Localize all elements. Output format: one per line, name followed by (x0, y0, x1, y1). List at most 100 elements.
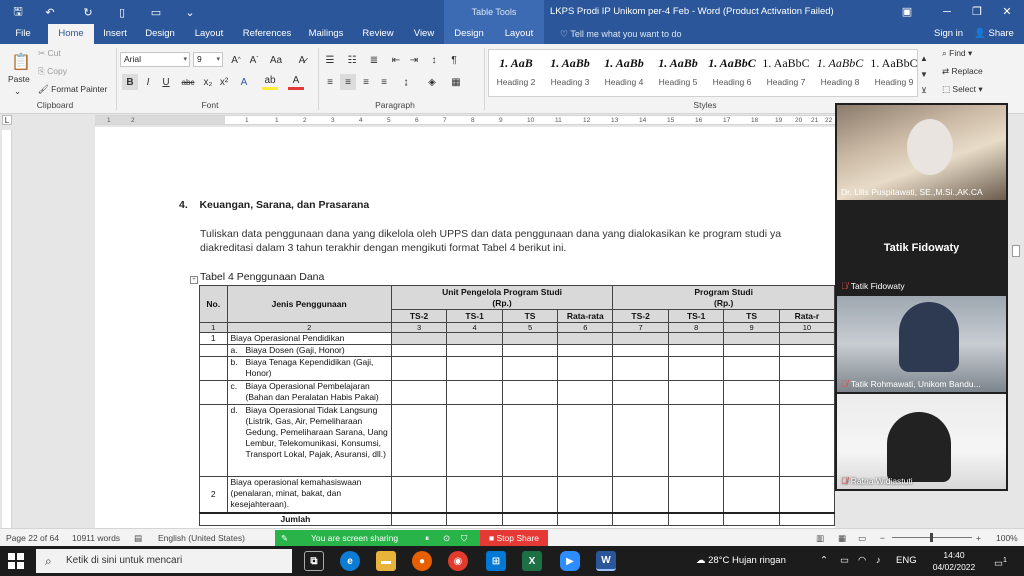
align-center-icon[interactable]: ≡ (340, 74, 356, 90)
borders-icon[interactable]: ▦ (448, 74, 464, 90)
proofing-icon[interactable]: ▤ (134, 529, 142, 547)
scroll-thumb[interactable] (1012, 245, 1020, 257)
stop-share-button[interactable]: ■ Stop Share (480, 530, 548, 546)
pause-share-icon[interactable]: ⏸ (425, 530, 429, 546)
underline-icon[interactable]: U (158, 74, 174, 90)
input-language[interactable]: ENG (896, 546, 917, 576)
word-count[interactable]: 10911 words (72, 529, 120, 547)
paste-button[interactable]: Paste (8, 74, 30, 84)
tab-layout[interactable]: Layout (190, 24, 228, 44)
text-effects-icon[interactable]: A (236, 74, 252, 90)
sort-icon[interactable]: ↕ (426, 52, 442, 68)
redo-icon[interactable]: ↻ (80, 4, 96, 20)
style-heading-8[interactable]: 1. AaBbC Heading 8 (813, 52, 867, 96)
sign-in-link[interactable]: Sign in (934, 24, 963, 44)
zoom-app-icon[interactable]: ▶ (560, 551, 580, 571)
style-heading-9[interactable]: 1. AaBbC Heading 9 (867, 52, 921, 96)
grow-font-icon[interactable]: A ^ (228, 52, 244, 68)
more-icon[interactable]: ⌄ (182, 4, 198, 20)
participant-tile[interactable]: 🎙̸ Ratna Widiastuti (837, 394, 1006, 489)
tab-view[interactable]: View (406, 24, 442, 44)
security-shield-icon[interactable]: ⛉ (461, 530, 467, 546)
styles-scroll-up-icon[interactable]: ▲ (918, 50, 930, 66)
style-heading-4[interactable]: 1. AaBb Heading 4 (597, 52, 651, 96)
edge-browser-icon[interactable]: e (340, 551, 360, 571)
find-button[interactable]: ⌕ Find ▾ (942, 48, 972, 59)
print-layout-icon[interactable]: ▦ (838, 529, 846, 547)
tab-insert[interactable]: Insert (98, 24, 132, 44)
tab-home[interactable]: Home (48, 24, 94, 44)
increase-indent-icon[interactable]: ⇥ (406, 52, 422, 68)
undo-icon[interactable]: ↶ (42, 4, 58, 20)
annotate-icon[interactable]: ⊙ (443, 530, 450, 546)
style-heading-2[interactable]: 1. AaB Heading 2 (489, 52, 543, 96)
strikethrough-icon[interactable]: abc (180, 74, 196, 90)
multilevel-list-icon[interactable]: ≣ (366, 52, 382, 68)
close-icon[interactable]: ✕ (988, 0, 1024, 24)
tell-me-search[interactable]: ♡ Tell me what you want to do (560, 24, 681, 44)
page-count[interactable]: Page 22 of 64 (6, 529, 59, 547)
justify-icon[interactable]: ≡ (376, 74, 392, 90)
chrome-icon[interactable]: ◉ (448, 551, 468, 571)
open-folder-icon[interactable]: ▭ (148, 4, 164, 20)
bullets-icon[interactable]: ☰ (322, 52, 338, 68)
tray-chevron-icon[interactable]: ⌃ (820, 546, 828, 576)
cut-button[interactable]: ✂ Cut (38, 48, 61, 59)
style-heading-5[interactable]: 1. AaBb Heading 5 (651, 52, 705, 96)
word-icon[interactable]: W (596, 551, 616, 571)
paste-icon[interactable]: 📋 (10, 50, 32, 74)
document-page[interactable]: 4. Keuangan, Sarana, dan Prasarana Tulis… (95, 127, 835, 528)
taskbar-clock[interactable]: 14:40 04/02/2022 (924, 549, 984, 573)
highlight-icon[interactable]: ab (262, 74, 278, 90)
font-name-combo[interactable]: Arial ▾ (120, 52, 190, 67)
clear-formatting-icon[interactable]: A̷ (294, 52, 310, 68)
notification-icon[interactable]: ▭1 (994, 546, 1007, 576)
chevron-down-icon[interactable]: ⌄ (14, 86, 21, 97)
share-button[interactable]: 👤 Share (974, 24, 1014, 44)
store-icon[interactable]: ⊞ (486, 551, 506, 571)
language-indicator[interactable]: English (United States) (158, 529, 245, 547)
subscript-icon[interactable]: x₂ (200, 74, 216, 90)
zoom-out-icon[interactable]: − (880, 529, 885, 547)
copy-button[interactable]: ⎘ Copy (38, 66, 67, 77)
decrease-indent-icon[interactable]: ⇤ (388, 52, 404, 68)
align-left-icon[interactable]: ≡ (322, 74, 338, 90)
save-icon[interactable]: 🖫 (10, 4, 26, 20)
table-move-handle-icon[interactable]: + (190, 276, 198, 284)
format-painter-button[interactable]: 🖌 Format Painter (38, 84, 107, 95)
show-marks-icon[interactable]: ¶ (446, 52, 462, 68)
zoom-level[interactable]: 100% (996, 529, 1018, 547)
style-heading-7[interactable]: 1. AaBbC Heading 7 (759, 52, 813, 96)
new-doc-icon[interactable]: ▯ (114, 4, 130, 20)
bold-icon[interactable]: B (122, 74, 138, 90)
web-layout-icon[interactable]: ▭ (858, 529, 866, 547)
excel-icon[interactable]: X (522, 551, 542, 571)
horizontal-ruler[interactable]: 1 2 1 1 2 3 4 5 6 7 8 9 10 11 12 13 14 1… (95, 115, 835, 125)
line-spacing-icon[interactable]: ↨ (398, 74, 414, 90)
select-button[interactable]: ⬚ Select ▾ (942, 84, 983, 95)
font-color-icon[interactable]: A (288, 74, 304, 90)
styles-scroll-down-icon[interactable]: ▼ (918, 66, 930, 82)
styles-more-icon[interactable]: ⊻ (918, 82, 930, 98)
replace-button[interactable]: ⇄ Replace (942, 66, 983, 77)
tab-table-layout[interactable]: Layout (494, 24, 544, 44)
zoom-slider-thumb[interactable] (930, 533, 933, 542)
shrink-font-icon[interactable]: Aˇ (246, 52, 262, 68)
shading-icon[interactable]: ◈ (424, 74, 440, 90)
vertical-ruler[interactable] (2, 130, 12, 528)
taskbar-search-box[interactable]: ⌕ Ketik di sini untuk mencari (36, 549, 292, 573)
style-heading-3[interactable]: 1. AaBb Heading 3 (543, 52, 597, 96)
network-icon[interactable]: ▭ (840, 546, 849, 576)
firefox-icon[interactable]: ● (412, 551, 432, 571)
participant-tile[interactable]: Tatik Fidowaty 🎙̸ Tatik Fidowaty (837, 202, 1006, 294)
change-case-icon[interactable]: Aa (268, 52, 284, 68)
weather-widget[interactable]: ☁ 28°C Hujan ringan (696, 546, 786, 576)
numbering-icon[interactable]: ☷ (344, 52, 360, 68)
ribbon-display-icon[interactable]: ▣ (888, 0, 926, 24)
task-view-icon[interactable]: ⧉ (304, 551, 324, 571)
tab-review[interactable]: Review (358, 24, 398, 44)
file-explorer-icon[interactable]: ▬ (376, 551, 396, 571)
tab-mailings[interactable]: Mailings (304, 24, 348, 44)
participant-tile[interactable]: Dr. Lilis Puspitawati, SE.,M.Si.,AK.CA (837, 105, 1006, 200)
participant-tile[interactable]: 🎙̸ Tatik Rohmawati, Unikom Bandu... (837, 296, 1006, 392)
